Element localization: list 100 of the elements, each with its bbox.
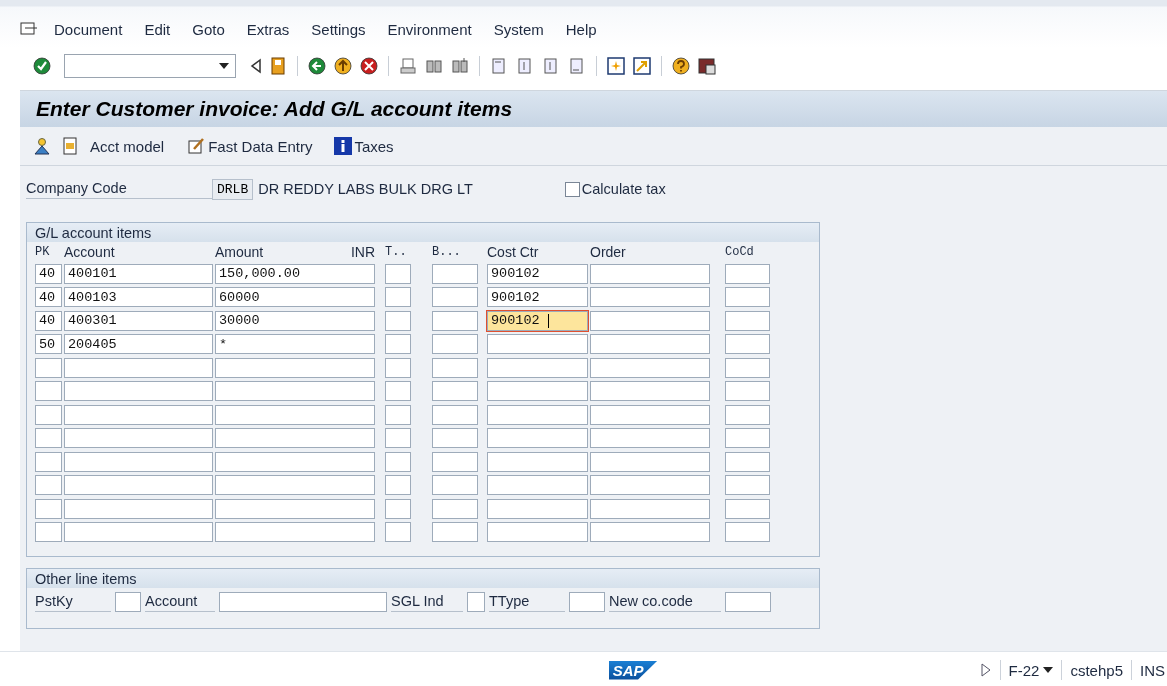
menu-item[interactable]: Edit <box>144 20 171 38</box>
toolbar-button[interactable]: Taxes <box>330 135 398 157</box>
table-input-cell[interactable] <box>432 522 478 542</box>
table-input-cell[interactable] <box>487 451 588 472</box>
table-input-cell[interactable] <box>487 522 588 542</box>
command-field[interactable] <box>64 54 236 78</box>
table-input-cell[interactable] <box>35 381 62 401</box>
table-input-cell[interactable] <box>432 451 478 472</box>
caret-icon[interactable] <box>1043 667 1054 673</box>
table-input-cell[interactable]: 40 <box>35 310 62 331</box>
menu-item[interactable]: System <box>493 20 544 38</box>
table-input-cell[interactable] <box>590 381 710 401</box>
table-input-cell[interactable] <box>432 334 478 354</box>
table-input-cell[interactable] <box>725 287 770 307</box>
table-input-cell[interactable] <box>385 357 411 378</box>
table-input-cell[interactable] <box>385 263 411 284</box>
table-input-cell[interactable] <box>590 404 710 425</box>
menu-item[interactable]: Environment <box>387 20 472 38</box>
table-input-cell[interactable] <box>725 522 770 542</box>
table-input-cell[interactable] <box>215 357 375 378</box>
table-input-cell[interactable]: 400103 <box>64 287 213 307</box>
table-input-cell[interactable] <box>64 357 213 378</box>
table-input-cell[interactable] <box>64 475 213 495</box>
table-input-cell[interactable] <box>385 310 411 331</box>
table-input-cell[interactable] <box>590 498 710 519</box>
table-input-cell[interactable] <box>590 522 710 542</box>
table-input-cell[interactable] <box>35 428 62 448</box>
table-input-cell[interactable] <box>215 451 375 472</box>
table-input-cell[interactable] <box>385 475 411 495</box>
table-input-cell[interactable] <box>487 381 588 401</box>
table-input-cell[interactable] <box>64 498 213 519</box>
save-icon[interactable] <box>268 56 288 76</box>
cancel-icon[interactable] <box>359 56 379 76</box>
table-input-cell[interactable] <box>64 404 213 425</box>
input-field[interactable] <box>467 592 485 612</box>
table-input-cell[interactable] <box>590 310 710 331</box>
table-input-cell[interactable] <box>64 428 213 448</box>
input-field[interactable] <box>219 592 387 612</box>
toolbar-button[interactable]: Fast Data Entry <box>182 134 317 158</box>
exit-icon[interactable] <box>333 56 353 76</box>
new-session-icon[interactable] <box>606 56 626 76</box>
table-input-cell[interactable]: 200405 <box>64 334 213 354</box>
table-input-cell[interactable] <box>35 451 62 472</box>
table-input-cell[interactable] <box>215 381 375 401</box>
input-field[interactable] <box>725 592 771 612</box>
checkmark-icon[interactable] <box>32 56 52 76</box>
input-field[interactable] <box>115 592 141 612</box>
table-input-cell[interactable] <box>432 498 478 519</box>
table-input-cell[interactable]: 900102 <box>487 263 588 284</box>
table-input-cell[interactable] <box>487 334 588 354</box>
checkbox[interactable] <box>564 181 580 197</box>
table-input-cell[interactable] <box>725 498 770 519</box>
print-icon[interactable] <box>398 56 418 76</box>
menu-item[interactable]: Document <box>54 20 123 38</box>
table-input-cell[interactable] <box>215 475 375 495</box>
table-input-cell[interactable] <box>215 428 375 448</box>
table-input-cell[interactable] <box>35 357 62 378</box>
menu-item[interactable]: Goto <box>192 20 225 38</box>
table-input-cell[interactable] <box>432 428 478 448</box>
table-input-cell[interactable] <box>385 428 411 448</box>
table-input-cell[interactable] <box>590 475 710 495</box>
shortcut-icon[interactable] <box>632 56 652 76</box>
table-input-cell[interactable] <box>385 404 411 425</box>
menu-icon[interactable] <box>20 21 38 37</box>
table-input-cell[interactable] <box>35 404 62 425</box>
table-input-cell[interactable]: 50 <box>35 334 62 354</box>
find-next-icon[interactable] <box>450 56 470 76</box>
table-input-cell[interactable] <box>385 287 411 307</box>
table-input-cell[interactable] <box>487 475 588 495</box>
table-input-cell[interactable] <box>432 263 478 284</box>
table-input-cell[interactable] <box>725 475 770 495</box>
table-input-cell[interactable] <box>590 263 710 284</box>
transaction-dropdown[interactable]: F-22 <box>1008 661 1054 679</box>
toolbar-button[interactable]: Acct model <box>86 135 169 157</box>
play-icon[interactable] <box>979 662 992 678</box>
table-input-cell[interactable] <box>35 522 62 542</box>
table-input-cell[interactable] <box>432 404 478 425</box>
table-input-cell[interactable]: 900102 <box>487 287 588 307</box>
table-input-cell[interactable] <box>725 334 770 354</box>
table-input-cell[interactable] <box>432 381 478 401</box>
table-input-cell[interactable] <box>725 263 770 284</box>
table-input-cell[interactable] <box>725 310 770 331</box>
layout-icon[interactable] <box>697 56 717 76</box>
table-input-cell[interactable] <box>725 404 770 425</box>
table-input-cell[interactable] <box>590 334 710 354</box>
caret-icon[interactable] <box>219 63 229 69</box>
back-icon[interactable] <box>307 56 327 76</box>
menu-item[interactable]: Extras <box>246 20 290 38</box>
table-input-cell[interactable]: 60000 <box>215 287 375 307</box>
table-input-cell[interactable]: 30000 <box>215 310 375 331</box>
table-input-cell[interactable] <box>487 357 588 378</box>
table-input-cell[interactable] <box>64 522 213 542</box>
table-input-cell[interactable] <box>64 381 213 401</box>
table-input-cell[interactable] <box>385 381 411 401</box>
table-input-cell[interactable] <box>725 428 770 448</box>
table-input-cell[interactable] <box>385 451 411 472</box>
table-input-cell[interactable] <box>590 287 710 307</box>
table-input-cell[interactable] <box>215 404 375 425</box>
table-input-cell[interactable] <box>64 451 213 472</box>
table-input-cell[interactable] <box>590 428 710 448</box>
